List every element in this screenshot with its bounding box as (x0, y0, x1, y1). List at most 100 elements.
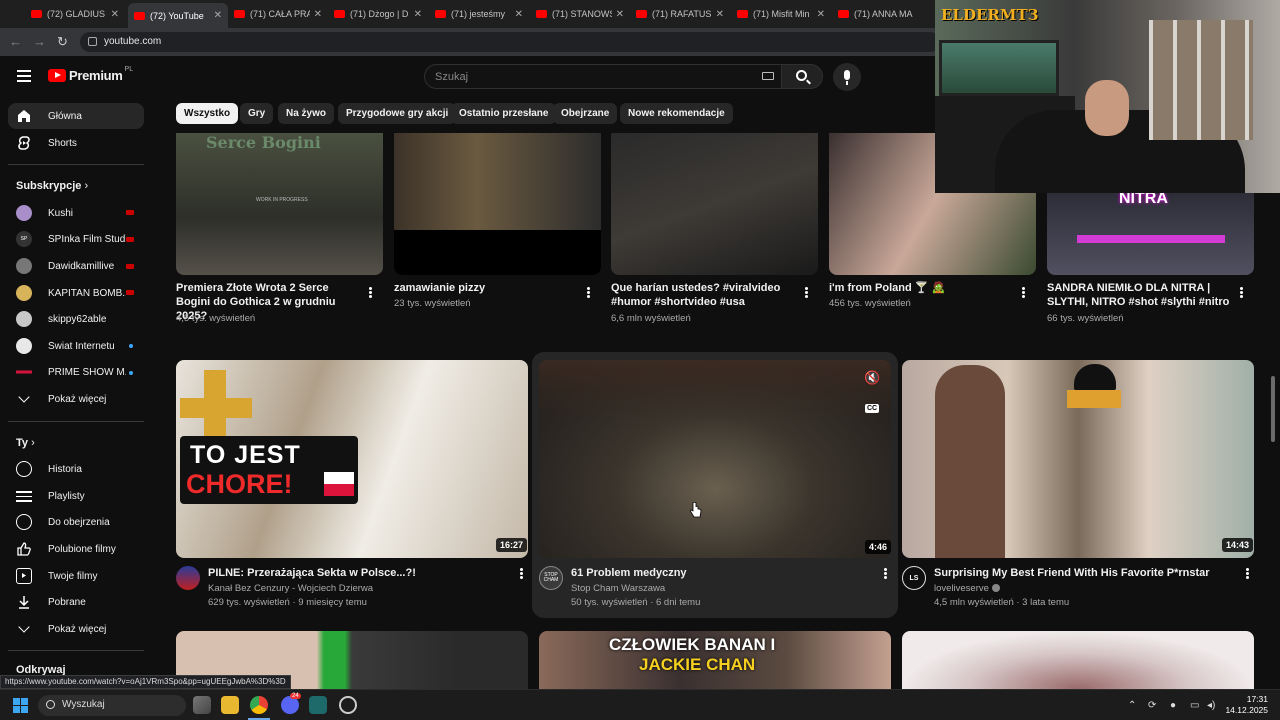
chip-action-adventure[interactable]: Przygodowe gry akcji (338, 103, 457, 124)
video-title[interactable]: i'm from Poland 🍸 🧟 (829, 281, 1009, 295)
video-title[interactable]: SANDRA NIEMIŁO DLA NITRA | SLYTHI, NITRO… (1047, 281, 1237, 309)
more-options-icon[interactable] (1022, 287, 1025, 298)
search-input[interactable]: Szukaj (424, 64, 784, 89)
chip-new-recommendations[interactable]: Nowe rekomendacje (620, 103, 733, 124)
youtube-premium-logo[interactable]: Premium PL (48, 66, 133, 83)
sidebar-item-your-videos[interactable]: Twoje filmy (16, 566, 126, 586)
menu-icon[interactable] (17, 70, 31, 85)
more-options-icon[interactable] (587, 287, 590, 298)
sync-icon[interactable]: ⟳ (1148, 700, 1156, 711)
close-tab-icon[interactable]: ✕ (616, 9, 624, 20)
sidebar-show-more[interactable]: Pokaż więcej (16, 619, 126, 639)
more-options-icon[interactable] (369, 287, 372, 298)
browser-tab[interactable]: (71) Dżogo | D ✕ (328, 3, 428, 25)
mute-icon[interactable]: 🔇 (864, 370, 880, 386)
search-button[interactable] (781, 64, 823, 89)
video-thumbnail[interactable]: 14:43 (902, 360, 1254, 558)
sidebar-show-more[interactable]: Pokaż więcej (16, 389, 126, 409)
video-title[interactable]: 61 Problem medyczny (571, 566, 861, 580)
voice-search-icon[interactable] (833, 63, 861, 91)
sidebar-item-shorts[interactable]: Shorts (16, 133, 126, 153)
microphone-icon[interactable]: ● (1170, 700, 1176, 711)
more-options-icon[interactable] (520, 568, 523, 579)
video-thumbnail[interactable]: NITRA (1047, 193, 1254, 275)
channel-avatar[interactable]: LS (902, 566, 926, 590)
browser-tab[interactable]: (71) Misfit Min ✕ (731, 3, 831, 25)
video-title[interactable]: zamawianie pizzy (394, 281, 574, 295)
video-title[interactable]: Que harían ustedes? #viralvideo #humor #… (611, 281, 791, 309)
taskbar-clock[interactable]: 17:31 14.12.2025 (1222, 694, 1268, 716)
page-scrollbar[interactable] (1271, 376, 1275, 442)
browser-tab[interactable]: (71) ANNA MA (832, 3, 932, 25)
keyboard-icon[interactable] (762, 72, 774, 80)
sidebar-subscription[interactable]: KAPITAN BOMB... (16, 283, 126, 303)
browser-tab[interactable]: (72) GLADIUS ✕ (25, 3, 125, 25)
sidebar-item-home[interactable]: Główna (16, 106, 126, 126)
url-field[interactable]: youtube.com (80, 32, 940, 52)
video-thumbnail[interactable]: CZŁOWIEK BANAN I JACKIE CHAN (539, 631, 891, 689)
video-thumbnail[interactable]: TO JEST CHORE! 16:27 (176, 360, 528, 558)
chevron-up-icon[interactable]: ⌃ (1128, 700, 1136, 711)
sidebar-subscription[interactable]: skippy62able (16, 309, 126, 329)
chip-live[interactable]: Na żywo (278, 103, 335, 124)
channel-avatar[interactable] (176, 566, 200, 590)
browser-tab[interactable]: (71) STANOWS ✕ (530, 3, 630, 25)
terminal-icon[interactable] (309, 696, 327, 714)
video-title[interactable]: Surprising My Best Friend With His Favor… (934, 566, 1234, 580)
captions-icon[interactable]: CC (865, 404, 880, 413)
close-tab-icon[interactable]: ✕ (214, 10, 222, 21)
video-thumbnail[interactable]: Serce Bogini WORK IN PROGRESS (176, 133, 383, 275)
sidebar-item-downloads[interactable]: Pobrane (16, 592, 126, 612)
video-title[interactable]: PILNE: Przerażająca Sekta w Polsce...?! (208, 566, 508, 580)
channel-name[interactable]: Kanał Bez Cenzury - Wojciech Dzierwa (208, 581, 373, 596)
more-options-icon[interactable] (1240, 287, 1243, 298)
more-options-icon[interactable] (884, 568, 887, 579)
chip-all[interactable]: Wszystko (176, 103, 239, 124)
chip-watched[interactable]: Obejrzane (553, 103, 618, 124)
network-icon[interactable]: ▭ (1190, 700, 1199, 711)
video-thumbnail-playing[interactable]: 🔇 CC 4:46 (539, 360, 891, 558)
sidebar-item-liked[interactable]: Polubione filmy (16, 539, 126, 559)
sidebar-item-history[interactable]: Historia (16, 459, 126, 479)
windows-start-icon[interactable] (13, 698, 29, 714)
browser-tab[interactable]: (71) RAFATUS ✕ (630, 3, 730, 25)
site-info-icon[interactable] (88, 37, 97, 46)
channel-name[interactable]: Stop Cham Warszawa (571, 581, 665, 596)
close-tab-icon[interactable]: ✕ (111, 9, 119, 20)
browser-tab[interactable]: (71) CAŁA PRA ✕ (228, 3, 328, 25)
video-thumbnail[interactable] (611, 133, 818, 275)
more-options-icon[interactable] (805, 287, 808, 298)
volume-icon[interactable]: ◂) (1207, 700, 1215, 711)
browser-tab-active[interactable]: (72) YouTube ✕ (128, 3, 228, 28)
video-thumbnail[interactable] (902, 631, 1254, 689)
close-tab-icon[interactable]: ✕ (314, 9, 322, 20)
close-tab-icon[interactable]: ✕ (515, 9, 523, 20)
sidebar-item-playlists[interactable]: Playlisty (16, 486, 126, 506)
reload-icon[interactable]: ↻ (57, 34, 68, 50)
chip-recently-uploaded[interactable]: Ostatnio przesłane (451, 103, 557, 124)
sidebar-subscription[interactable]: PRIME SHOW M... (16, 362, 126, 382)
subscriptions-heading[interactable]: Subskrypcje › (16, 180, 88, 192)
chip-games[interactable]: Gry (240, 103, 274, 124)
sidebar-subscription[interactable]: Świat Internetu (16, 336, 126, 356)
sidebar-subscription[interactable]: SP SPInka Film Stud... (16, 229, 126, 249)
task-view-icon[interactable] (193, 696, 211, 714)
sidebar-subscription[interactable]: Kushi (16, 203, 126, 223)
forward-icon[interactable]: → (33, 34, 46, 49)
back-icon[interactable]: ← (9, 34, 22, 49)
browser-tab[interactable]: (71) jesteśmy ✕ (429, 3, 529, 25)
sidebar-subscription[interactable]: Dawidkamillive (16, 256, 126, 276)
channel-avatar[interactable]: STOP CHAM (539, 566, 563, 590)
sidebar-item-watch-later[interactable]: Do obejrzenia (16, 512, 126, 532)
taskbar-search[interactable]: Wyszukaj (38, 695, 186, 716)
close-tab-icon[interactable]: ✕ (716, 9, 724, 20)
obs-icon[interactable] (339, 696, 357, 714)
more-options-icon[interactable] (1246, 568, 1249, 579)
you-heading[interactable]: Ty › (16, 437, 35, 449)
video-thumbnail[interactable] (394, 133, 601, 275)
close-tab-icon[interactable]: ✕ (817, 9, 825, 20)
close-tab-icon[interactable]: ✕ (414, 9, 422, 20)
file-explorer-icon[interactable] (221, 696, 239, 714)
channel-name[interactable]: loveliveserve (934, 581, 1000, 596)
chrome-icon[interactable] (250, 696, 268, 714)
